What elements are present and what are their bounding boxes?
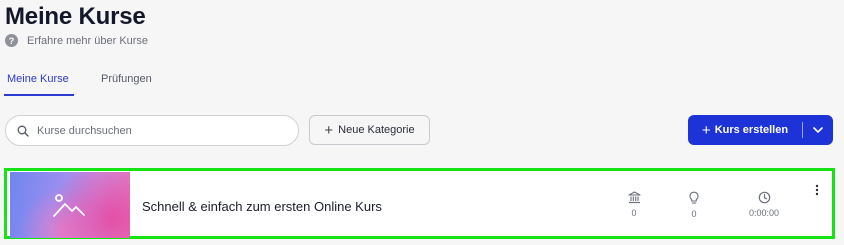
create-options-dropdown[interactable] bbox=[803, 115, 833, 145]
active-tab-indicator bbox=[4, 94, 74, 96]
question-circle-icon[interactable]: ? bbox=[5, 34, 18, 47]
course-thumbnail[interactable] bbox=[10, 172, 130, 238]
lightbulb-icon bbox=[689, 191, 699, 204]
create-course-label: Kurs erstellen bbox=[714, 124, 789, 136]
course-stat-institution: 0 bbox=[614, 191, 654, 218]
search-box[interactable] bbox=[5, 115, 299, 146]
tab-pruefungen[interactable]: Prüfungen bbox=[101, 62, 152, 96]
stat-value: 0:00:00 bbox=[748, 208, 780, 218]
course-stat-duration: 0:00:00 bbox=[739, 191, 789, 218]
chevron-down-icon bbox=[813, 127, 823, 133]
create-course-button[interactable]: + Kurs erstellen bbox=[688, 115, 802, 145]
help-row[interactable]: ? Erfahre mehr über Kurse bbox=[5, 34, 148, 47]
course-card[interactable]: Schnell & einfach zum ersten Online Kurs… bbox=[4, 168, 835, 239]
page-title: Meine Kurse bbox=[5, 3, 146, 30]
clock-icon bbox=[758, 191, 770, 204]
new-category-label: Neue Kategorie bbox=[338, 124, 415, 136]
tab-meine-kurse[interactable]: Meine Kurse bbox=[7, 62, 69, 96]
stat-value: 0 bbox=[631, 208, 637, 218]
course-stat-ideas: 0 bbox=[674, 191, 714, 219]
stat-value: 0 bbox=[691, 209, 697, 219]
image-placeholder-icon bbox=[53, 194, 85, 217]
course-title[interactable]: Schnell & einfach zum ersten Online Kurs bbox=[142, 199, 382, 214]
plus-icon: + bbox=[701, 121, 711, 139]
search-input[interactable] bbox=[37, 124, 277, 137]
new-category-button[interactable]: + Neue Kategorie bbox=[309, 115, 430, 145]
tab-bar: Meine Kurse Prüfungen bbox=[0, 62, 844, 96]
plus-icon: + bbox=[324, 121, 334, 139]
search-icon bbox=[17, 125, 29, 137]
bank-icon bbox=[627, 191, 641, 204]
help-link-text[interactable]: Erfahre mehr über Kurse bbox=[27, 35, 148, 47]
create-course-split-button: + Kurs erstellen bbox=[688, 115, 833, 145]
more-vertical-icon[interactable] bbox=[815, 183, 819, 201]
